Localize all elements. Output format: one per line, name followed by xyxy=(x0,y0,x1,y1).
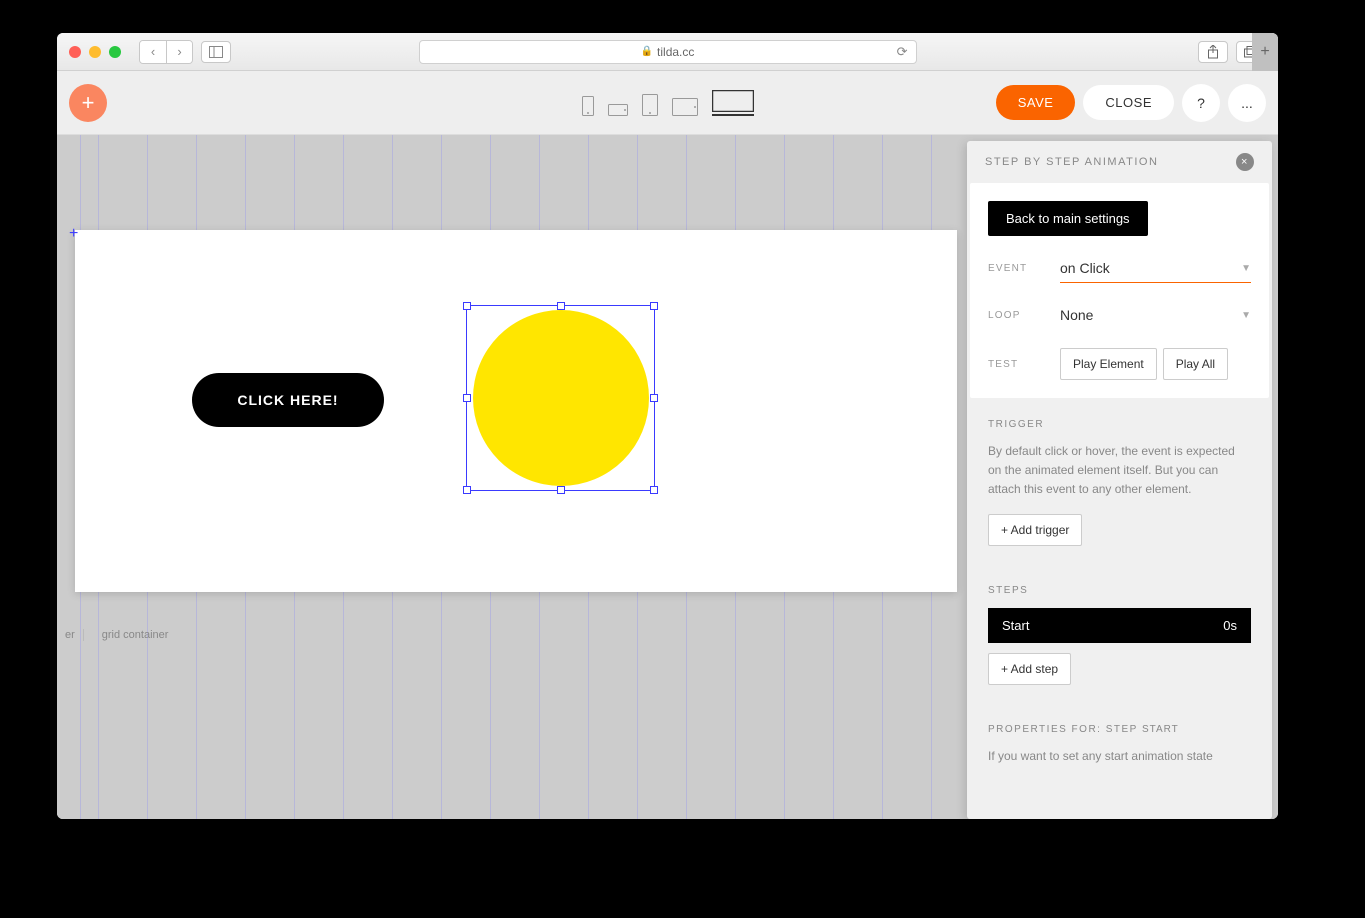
properties-section: PROPERTIES FOR: STEP START If you want t… xyxy=(970,706,1269,784)
url-text: tilda.cc xyxy=(657,45,694,59)
add-step-button[interactable]: + Add step xyxy=(988,653,1071,685)
device-phone-landscape-icon[interactable] xyxy=(608,104,628,116)
play-all-button[interactable]: Play All xyxy=(1163,348,1228,380)
step-row-start[interactable]: Start 0s xyxy=(988,608,1251,643)
editor-canvas[interactable]: + CLICK HERE! er grid container xyxy=(57,135,957,819)
back-to-settings-button[interactable]: Back to main settings xyxy=(988,201,1148,236)
breadcrumb-item[interactable]: er xyxy=(57,629,84,641)
trigger-help: By default click or hover, the event is … xyxy=(988,442,1251,500)
share-icon[interactable] xyxy=(1198,41,1228,63)
breadcrumb-item[interactable]: grid container xyxy=(94,629,177,641)
panel-title: STEP BY STEP ANIMATION xyxy=(985,156,1158,168)
browser-window: ‹ › 🔒 tilda.cc ⟳ + + xyxy=(57,33,1278,819)
event-value: on Click xyxy=(1060,260,1110,276)
breadcrumb: er grid container xyxy=(57,625,176,645)
more-button[interactable]: ... xyxy=(1228,84,1266,122)
device-desktop-icon[interactable] xyxy=(712,90,754,116)
event-label: EVENT xyxy=(988,263,1060,274)
resize-handle-nw[interactable] xyxy=(463,302,471,310)
resize-handle-n[interactable] xyxy=(557,302,565,310)
maximize-window-icon[interactable] xyxy=(109,46,121,58)
resize-handle-sw[interactable] xyxy=(463,486,471,494)
step-name: Start xyxy=(1002,618,1029,633)
resize-handle-w[interactable] xyxy=(463,394,471,402)
traffic-lights xyxy=(69,46,121,58)
trigger-title: TRIGGER xyxy=(988,419,1251,430)
selection-box xyxy=(466,305,655,491)
properties-prefix: PROPERTIES FOR: STEP xyxy=(988,724,1142,735)
refresh-icon[interactable]: ⟳ xyxy=(897,44,908,60)
minimize-window-icon[interactable] xyxy=(89,46,101,58)
chevron-down-icon: ▼ xyxy=(1241,263,1251,274)
properties-title: PROPERTIES FOR: STEP START xyxy=(988,724,1251,735)
add-element-button[interactable]: + xyxy=(69,84,107,122)
close-window-icon[interactable] xyxy=(69,46,81,58)
chevron-down-icon: ▼ xyxy=(1241,310,1251,321)
test-buttons: Play Element Play All xyxy=(1060,348,1228,380)
resize-handle-se[interactable] xyxy=(650,486,658,494)
resize-handle-s[interactable] xyxy=(557,486,565,494)
top-actions: SAVE CLOSE ? ... xyxy=(996,84,1266,122)
step-time: 0s xyxy=(1223,618,1237,633)
origin-crosshair-icon: + xyxy=(69,225,78,243)
loop-select[interactable]: None ▼ xyxy=(1060,301,1251,330)
back-button[interactable]: ‹ xyxy=(140,41,166,63)
steps-section: STEPS Start 0s + Add step xyxy=(970,567,1269,703)
test-label: TEST xyxy=(988,359,1060,370)
browser-chrome: ‹ › 🔒 tilda.cc ⟳ + xyxy=(57,33,1278,71)
event-select[interactable]: on Click ▼ xyxy=(1060,254,1251,283)
lock-icon: 🔒 xyxy=(641,46,653,57)
device-switcher xyxy=(582,90,754,116)
loop-row: LOOP None ▼ xyxy=(988,301,1251,330)
loop-label: LOOP xyxy=(988,310,1060,321)
event-row: EVENT on Click ▼ xyxy=(988,254,1251,283)
canvas-cta-button[interactable]: CLICK HERE! xyxy=(192,373,384,427)
panel-header: STEP BY STEP ANIMATION × xyxy=(967,141,1272,183)
properties-help: If you want to set any start animation s… xyxy=(988,747,1251,766)
panel-close-button[interactable]: × xyxy=(1236,153,1254,171)
loop-value: None xyxy=(1060,307,1093,323)
help-button[interactable]: ? xyxy=(1182,84,1220,122)
close-button[interactable]: CLOSE xyxy=(1083,85,1174,120)
test-row: TEST Play Element Play All xyxy=(988,348,1251,380)
steps-title: STEPS xyxy=(988,585,1251,596)
app-topbar: + SAVE CLOSE xyxy=(57,71,1278,135)
trigger-section: TRIGGER By default click or hover, the e… xyxy=(970,401,1269,564)
add-trigger-button[interactable]: + Add trigger xyxy=(988,514,1082,546)
resize-handle-e[interactable] xyxy=(650,394,658,402)
url-bar[interactable]: 🔒 tilda.cc ⟳ xyxy=(419,40,917,64)
forward-button[interactable]: › xyxy=(166,41,192,63)
save-button[interactable]: SAVE xyxy=(996,85,1076,120)
device-phone-portrait-icon[interactable] xyxy=(582,96,594,116)
resize-handle-ne[interactable] xyxy=(650,302,658,310)
device-tablet-portrait-icon[interactable] xyxy=(642,94,658,116)
device-tablet-landscape-icon[interactable] xyxy=(672,98,698,116)
nav-buttons: ‹ › xyxy=(139,40,193,64)
properties-step: START xyxy=(1142,724,1179,735)
app-area: + SAVE CLOSE xyxy=(57,71,1278,819)
sidebar-toggle[interactable] xyxy=(201,41,231,63)
animation-panel: STEP BY STEP ANIMATION × Back to main se… xyxy=(967,141,1272,819)
new-tab-button[interactable]: + xyxy=(1252,33,1278,71)
panel-main-section: Back to main settings EVENT on Click ▼ L… xyxy=(970,183,1269,398)
play-element-button[interactable]: Play Element xyxy=(1060,348,1157,380)
